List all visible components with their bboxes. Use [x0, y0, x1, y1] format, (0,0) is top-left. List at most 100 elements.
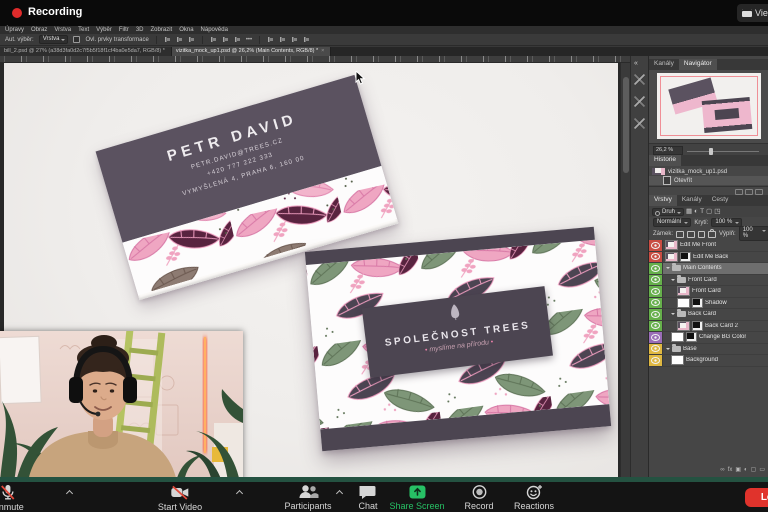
distribute-bottom-icon[interactable]	[234, 36, 241, 43]
layer-row-edit-me-front[interactable]: Edit Me Front	[649, 240, 768, 252]
participants-options-chevron[interactable]	[336, 489, 343, 496]
layer-row-base-group[interactable]: Base	[649, 344, 768, 356]
tab-history[interactable]: Historie	[649, 155, 681, 166]
navigator-thumbnail[interactable]	[657, 73, 761, 139]
lock-transparent-icon[interactable]	[676, 231, 684, 238]
menu-obraz[interactable]: Obraz	[31, 27, 47, 34]
dock-panel-icon-2[interactable]	[634, 96, 645, 107]
new-layer-icon[interactable]: ▭	[759, 466, 765, 474]
menu-vyber[interactable]: Výběr	[96, 27, 112, 34]
layer-row-background[interactable]: Background	[649, 355, 768, 367]
leave-button[interactable]: Leave	[745, 488, 768, 507]
doc-tab-inactive[interactable]: bill_2.psd @ 27% (a38d3fa0d2c7f5b5f18f1c…	[0, 47, 172, 56]
align-right-icon[interactable]	[188, 36, 195, 43]
layer-mask-thumbnail[interactable]	[692, 298, 703, 308]
group-expand-caret[interactable]	[671, 313, 675, 317]
history-snapshot-row[interactable]: vizitka_mock_up1.psd	[649, 167, 768, 176]
visibility-eye-icon[interactable]	[651, 334, 660, 341]
visibility-eye-icon[interactable]	[651, 299, 660, 306]
visibility-eye-icon[interactable]	[651, 345, 660, 352]
tab-layers[interactable]: Vrstvy	[649, 195, 677, 206]
visibility-eye-icon[interactable]	[651, 265, 660, 272]
share-screen-button[interactable]: Share Screen	[389, 484, 444, 511]
transform-controls-checkbox[interactable]	[73, 36, 80, 43]
layer-filter-kind-dropdown[interactable]: Druh	[652, 208, 684, 216]
lock-all-icon[interactable]	[708, 231, 716, 238]
3d-mode-icon-3[interactable]	[291, 36, 298, 43]
menu-okna[interactable]: Okna	[179, 27, 193, 34]
3d-mode-icon-4[interactable]	[303, 36, 310, 43]
more-options-icon[interactable]: •••	[246, 37, 252, 43]
navigator-zoom-knob[interactable]	[709, 148, 713, 155]
tab-navigator[interactable]: Navigátor	[679, 59, 717, 70]
layer-row-main-contents[interactable]: Main Contents	[649, 263, 768, 275]
opacity-value[interactable]: 100 %	[711, 218, 742, 227]
group-expand-caret[interactable]	[671, 279, 675, 283]
visibility-eye-icon[interactable]	[651, 311, 660, 318]
layer-mask-thumbnail[interactable]	[686, 332, 697, 342]
layer-row-front-card[interactable]: Front Card	[649, 286, 768, 298]
group-expand-caret[interactable]	[666, 267, 670, 271]
layer-row-shadow[interactable]: Shadow	[649, 298, 768, 310]
add-mask-icon[interactable]: ▣	[735, 466, 741, 474]
visibility-eye-icon[interactable]	[651, 242, 660, 249]
menu-text[interactable]: Text	[78, 27, 89, 34]
visibility-eye-icon[interactable]	[651, 253, 660, 260]
layer-row-edit-me-back[interactable]: Edit Me Back	[649, 252, 768, 264]
visibility-eye-icon[interactable]	[651, 276, 660, 283]
filter-smart-icon[interactable]: ◳	[714, 208, 720, 216]
doc-tab-active[interactable]: vizitka_mock_up1.psd @ 26,2% (Main Conte…	[172, 47, 331, 56]
auto-select-dropdown[interactable]: Vrstva	[39, 35, 69, 44]
video-options-chevron[interactable]	[236, 489, 243, 496]
menu-vrstva[interactable]: Vrstva	[54, 27, 71, 34]
layer-row-back-card-2[interactable]: Back Card 2	[649, 321, 768, 333]
reactions-button[interactable]: Reactions	[514, 484, 554, 511]
menu-napoveda[interactable]: Nápověda	[201, 27, 228, 34]
participants-button[interactable]: Participants	[284, 484, 331, 511]
visibility-eye-icon[interactable]	[651, 288, 660, 295]
layer-mask-thumbnail[interactable]	[692, 321, 703, 331]
collapse-dock-icon[interactable]: «	[634, 60, 638, 67]
layer-row-change-bg-color[interactable]: Change BG Color	[649, 332, 768, 344]
3d-mode-icon-1[interactable]	[267, 36, 274, 43]
new-group-icon[interactable]: ▢	[751, 466, 757, 474]
filter-type-icon[interactable]: T	[700, 208, 704, 216]
link-layers-icon[interactable]: ∞	[720, 466, 724, 474]
audio-options-chevron[interactable]	[66, 489, 73, 496]
filter-shape-icon[interactable]: ▢	[706, 208, 712, 216]
navigator-zoom-value[interactable]: 26,2 %	[653, 146, 683, 155]
visibility-eye-icon[interactable]	[651, 357, 660, 364]
self-view-video[interactable]	[0, 331, 243, 482]
start-video-button[interactable]: Start Video	[158, 484, 202, 512]
close-tab-icon[interactable]: ×	[321, 48, 324, 54]
group-expand-caret[interactable]	[666, 348, 670, 352]
align-center-icon[interactable]	[176, 36, 183, 43]
blend-mode-dropdown[interactable]: Normální	[653, 218, 691, 227]
menu-upravy[interactable]: Úpravy	[5, 27, 24, 34]
align-left-icon[interactable]	[164, 36, 171, 43]
tab-channels[interactable]: Kanály	[649, 59, 679, 70]
distribute-top-icon[interactable]	[210, 36, 217, 43]
menu-filtr[interactable]: Filtr	[119, 27, 129, 34]
tab-layer-channels[interactable]: Kanály	[677, 195, 707, 206]
history-step-open[interactable]: Otevřít	[649, 176, 768, 185]
layer-row-front-card-group[interactable]: Front Card	[649, 275, 768, 287]
distribute-middle-icon[interactable]	[222, 36, 229, 43]
dock-panel-icon-3[interactable]	[634, 118, 645, 129]
menu-zobrazit[interactable]: Zobrazit	[151, 27, 173, 34]
view-button[interactable]: View	[737, 4, 768, 22]
visibility-eye-icon[interactable]	[651, 322, 660, 329]
adjustment-layer-icon[interactable]: ◐	[744, 466, 748, 474]
lock-position-icon[interactable]	[698, 231, 706, 238]
layer-row-back-card-group[interactable]: Back Card	[649, 309, 768, 321]
menu-3d[interactable]: 3D	[136, 27, 144, 34]
navigator-zoom-slider[interactable]	[687, 151, 759, 152]
dock-panel-icon-1[interactable]	[634, 74, 645, 85]
record-button[interactable]: Record	[464, 484, 493, 511]
filter-pixel-icon[interactable]: ▦	[686, 208, 692, 216]
3d-mode-icon-2[interactable]	[279, 36, 286, 43]
tab-paths[interactable]: Cesty	[707, 195, 734, 206]
lock-pixels-icon[interactable]	[687, 231, 695, 238]
layer-mask-thumbnail[interactable]	[680, 252, 691, 262]
unmute-button[interactable]: Unmute	[0, 484, 24, 512]
